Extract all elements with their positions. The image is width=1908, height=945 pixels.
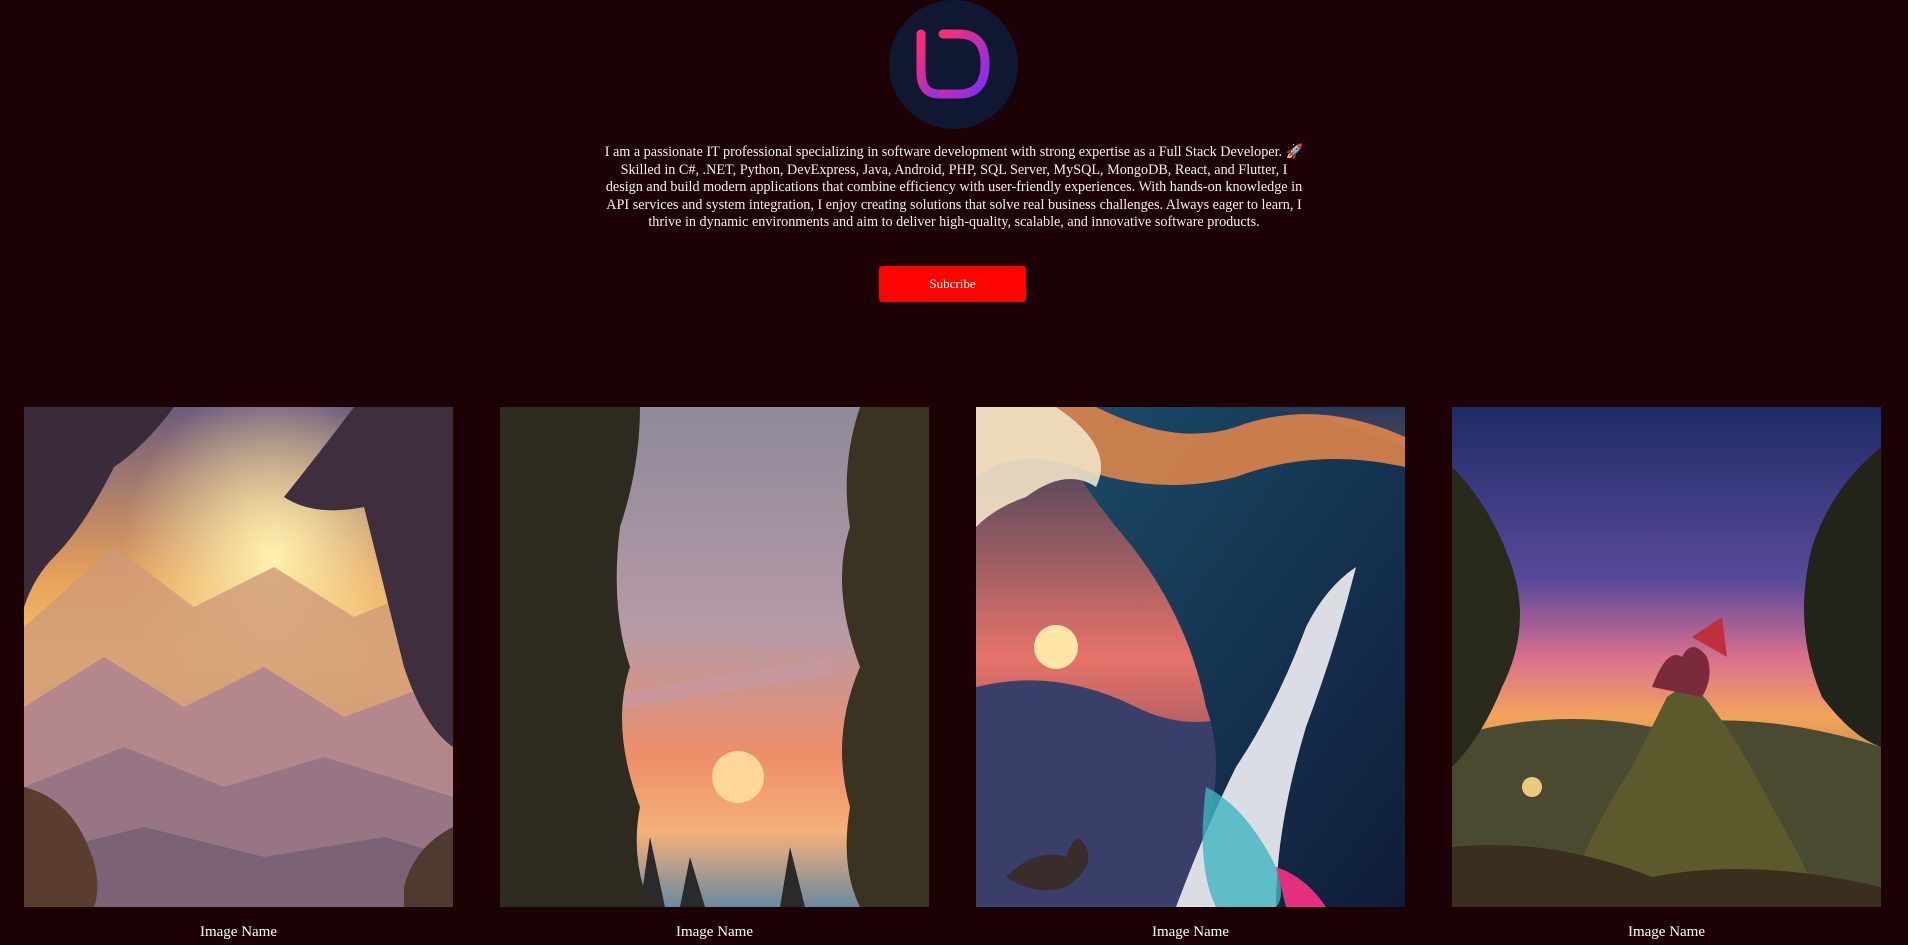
- image-caption: Image Name: [1151, 924, 1230, 940]
- gallery-card[interactable]: Image Name: [976, 407, 1405, 940]
- dragon-on-rock-image: [1452, 407, 1881, 907]
- forest-sunset-image: [500, 407, 929, 907]
- logo-avatar: [889, 0, 1018, 129]
- image-caption: Image Name: [675, 924, 754, 940]
- gallery-card[interactable]: Image Name: [1452, 407, 1881, 940]
- ud-monogram-icon: [916, 29, 990, 99]
- subscribe-button[interactable]: Subcribe: [879, 266, 1026, 302]
- gallery-card[interactable]: Image Name: [500, 407, 929, 940]
- bio-text: I am a passionate IT professional specia…: [604, 144, 1304, 231]
- gallery-card[interactable]: Image Name: [24, 407, 453, 940]
- mountain-sunset-image: [24, 407, 453, 907]
- image-caption: Image Name: [199, 924, 278, 940]
- ocean-wave-image: [976, 407, 1405, 907]
- image-gallery: Image Name Image Name Image Name Image N…: [0, 407, 1908, 945]
- image-caption: Image Name: [1627, 924, 1706, 940]
